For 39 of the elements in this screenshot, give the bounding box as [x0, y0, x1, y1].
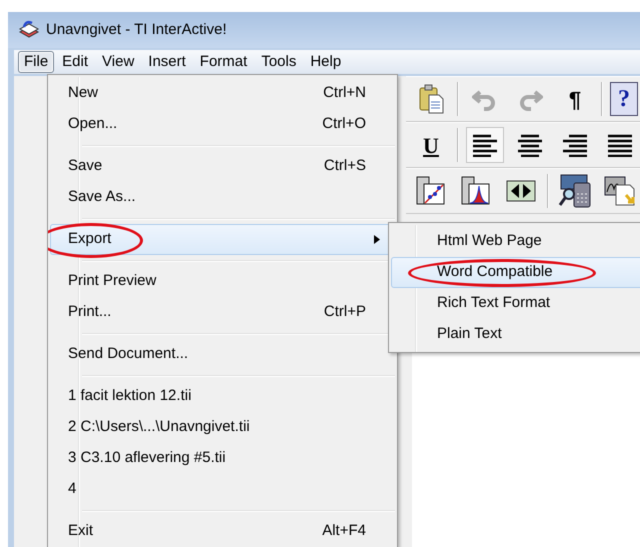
shortcut-text: Ctrl+S	[324, 156, 366, 176]
underline-button[interactable]: U	[412, 127, 450, 163]
scatter-chart-icon[interactable]	[416, 176, 446, 206]
menu-bar-item[interactable]: Tools	[255, 51, 302, 73]
shortcut-text: Ctrl+N	[323, 83, 366, 104]
menu-item[interactable]: 2 C:\Users\...\Unavngivet.tii	[50, 412, 395, 443]
graph-document-icon[interactable]	[604, 175, 636, 207]
bell-chart-icon[interactable]	[461, 176, 491, 206]
menu-bar-item[interactable]: View	[96, 51, 140, 73]
align-center-icon	[517, 133, 543, 157]
menu-bar-item[interactable]: Insert	[142, 51, 192, 73]
submenu-item[interactable]: Rich Text Format	[391, 288, 640, 319]
paragraph-mark-button[interactable]: ¶	[556, 81, 594, 117]
shortcut-text: Ctrl+P	[324, 302, 366, 322]
menu-item[interactable]: Exit Alt+F4	[50, 516, 395, 547]
menu-bar-item[interactable]: Edit	[56, 51, 94, 73]
align-left-icon	[472, 133, 498, 157]
menu-bar-item[interactable]: Format	[194, 51, 254, 73]
paste-icon[interactable]	[417, 84, 445, 114]
align-right-icon	[562, 133, 588, 157]
submenu-arrow-icon	[374, 235, 380, 244]
shortcut-text: Ctrl+O	[322, 114, 366, 134]
menu-bar-item[interactable]: File	[18, 51, 54, 73]
menu-item[interactable]: 1 facit lektion 12.tii	[50, 381, 395, 412]
menu-item[interactable]: Open... Ctrl+O	[50, 109, 395, 140]
menu-item[interactable]: 4	[50, 474, 395, 505]
justify-icon	[607, 133, 633, 157]
menu-item[interactable]: New Ctrl+N	[50, 78, 395, 109]
align-left-button[interactable]	[466, 127, 504, 163]
help-button[interactable]: ?	[610, 82, 638, 116]
shortcut-text: Alt+F4	[322, 521, 366, 542]
menu-item[interactable]: Save As...	[50, 182, 395, 213]
window-title: Unavngivet - TI InterActive!	[46, 20, 227, 40]
left-right-arrows-icon[interactable]	[506, 180, 536, 202]
menu-item[interactable]: Save Ctrl+S	[50, 151, 395, 182]
submenu-item[interactable]: Word Compatible	[391, 257, 640, 288]
calculator-magnifier-icon[interactable]	[558, 174, 592, 208]
menu-item[interactable]: 3 C3.10 aflevering #5.tii	[50, 443, 395, 474]
menu-bar-item[interactable]: Help	[304, 51, 348, 73]
